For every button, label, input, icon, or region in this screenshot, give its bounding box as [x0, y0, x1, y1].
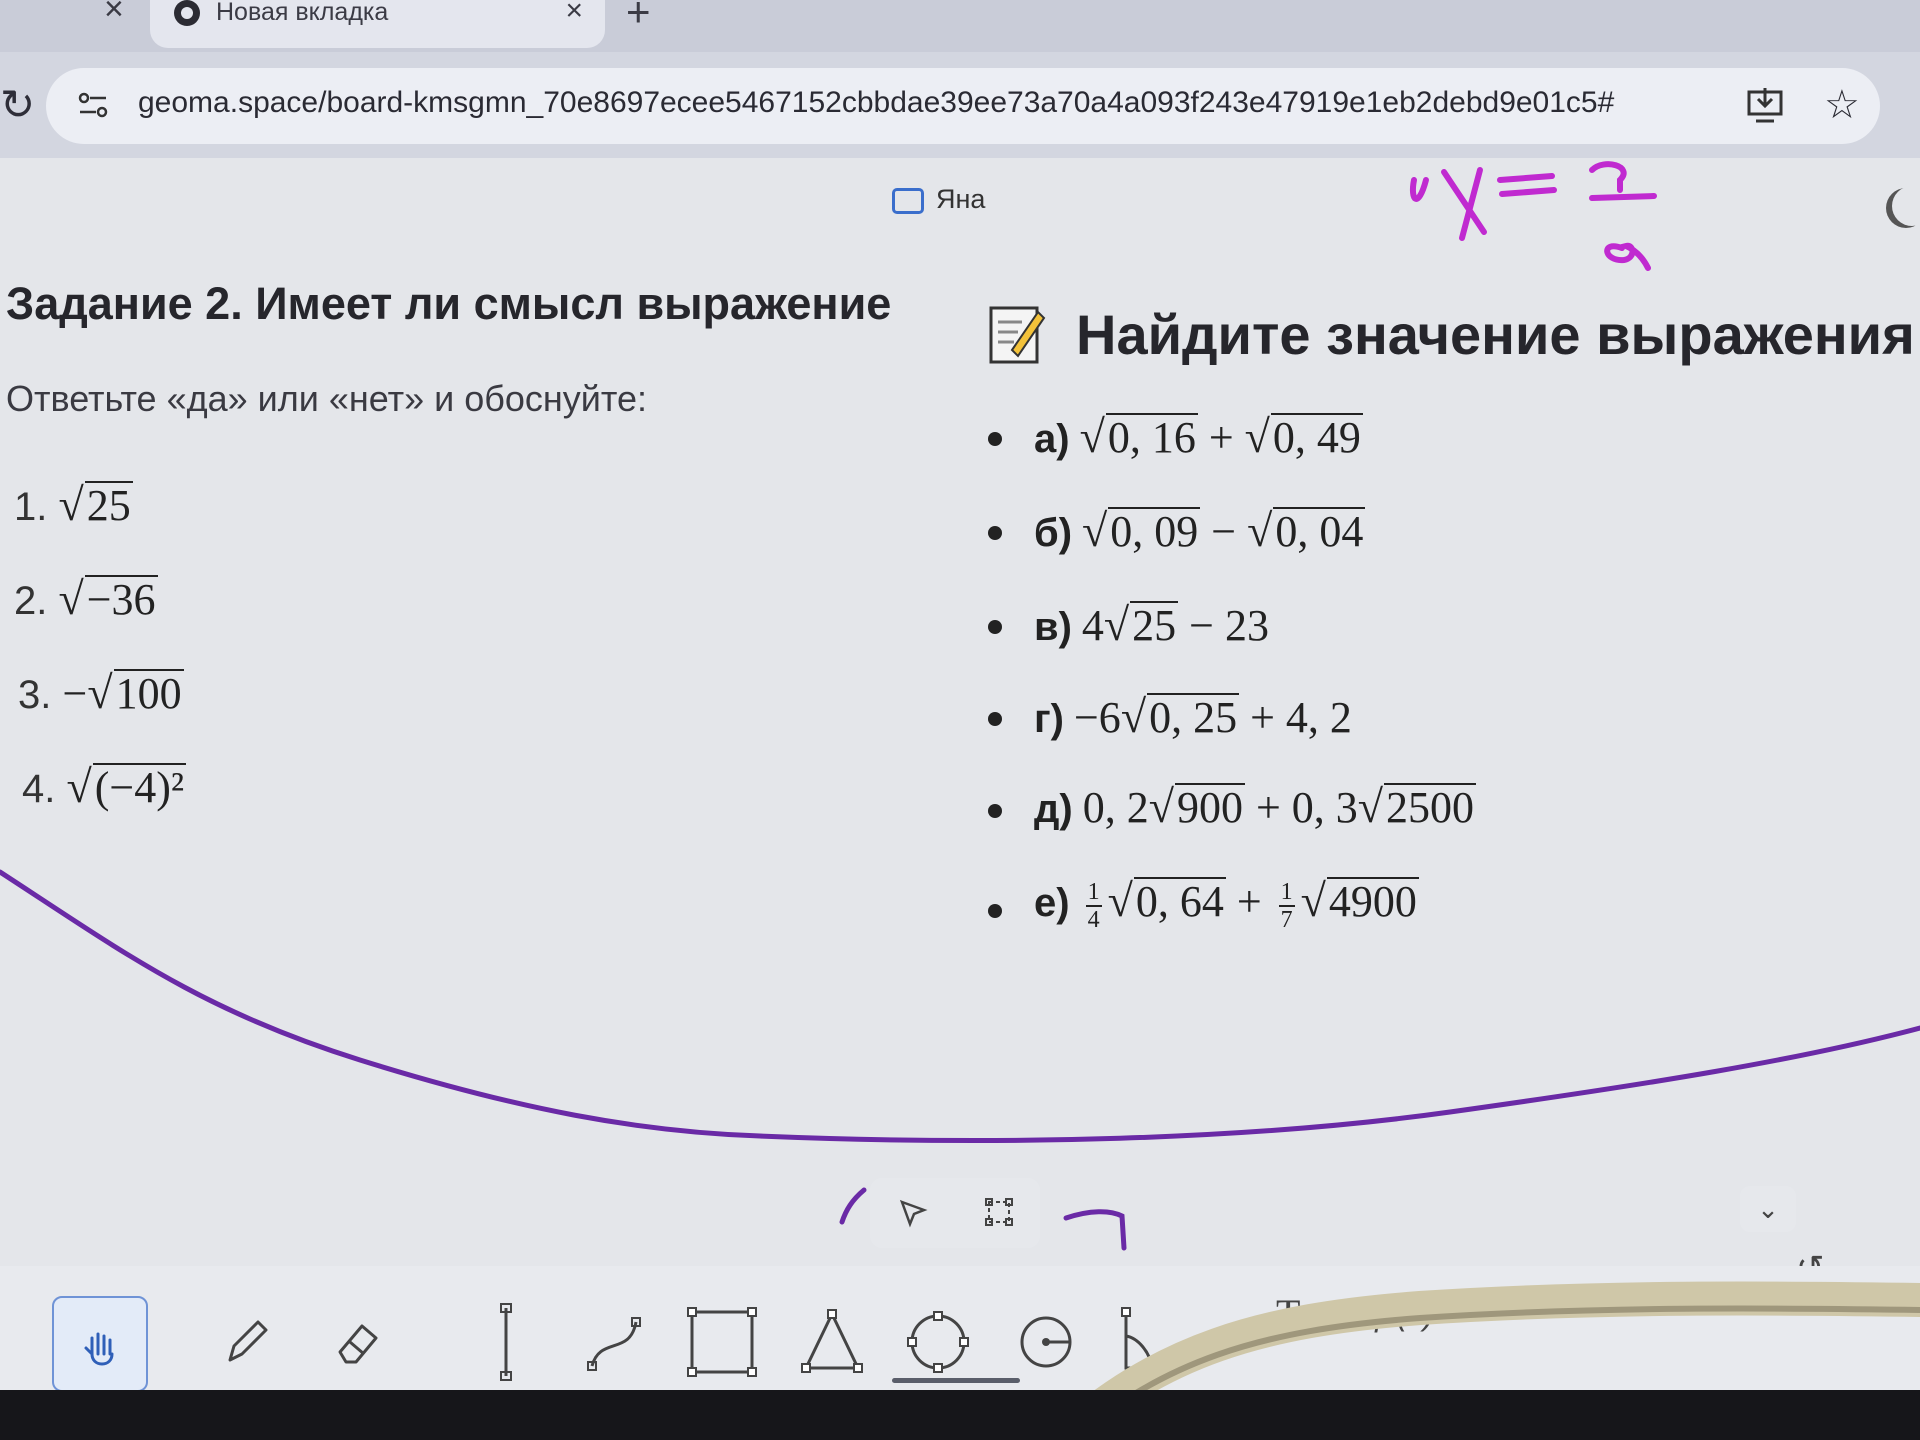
address-bar[interactable]: geoma.space/board-kmsgmn_70e8697ecee5467…	[46, 68, 1880, 144]
math-expression: √−36	[58, 573, 158, 624]
sqrt-symbol: √	[66, 761, 92, 812]
expression-item: б) √0, 09 − √0, 04	[1034, 505, 1366, 556]
math-expression: −√100	[62, 667, 184, 718]
tab-title: Новая вкладка	[216, 0, 389, 26]
eraser-icon	[338, 1324, 378, 1364]
right-angle-icon	[1121, 1307, 1187, 1373]
screen-bezel	[0, 1390, 1920, 1440]
fraction: 14	[1085, 878, 1102, 933]
pencil-icon	[228, 1320, 268, 1362]
close-icon[interactable]: ×	[104, 0, 124, 29]
browser-tab[interactable]: Новая вкладка ×	[150, 0, 605, 48]
site-info-icon[interactable]	[76, 88, 110, 122]
expression-item: д) 0, 2√900 + 0, 3√2500	[1034, 781, 1477, 832]
circle-tool[interactable]	[892, 1296, 984, 1388]
new-tab-icon[interactable]: +	[626, 0, 651, 36]
sqrt-symbol: √	[87, 667, 113, 718]
bullet	[988, 804, 1002, 818]
list-item: 2. √−36	[14, 572, 158, 625]
list-item: 1. √25	[14, 478, 133, 531]
item-number: 3.	[18, 673, 52, 717]
text-tool-icon[interactable]: T	[1276, 1290, 1300, 1337]
install-app-icon[interactable]	[1746, 88, 1784, 124]
collaborator-chip[interactable]: Яна	[892, 184, 985, 215]
expression-item: е) 1 4 √0, 64 + 1 7 √4900	[1034, 875, 1419, 933]
collaborator-name: Яна	[936, 184, 986, 214]
select-area-icon[interactable]	[985, 1198, 1013, 1226]
find-value-title: Найдите значение выражения:	[1076, 303, 1920, 366]
task2-subtitle: Ответьте «да» или «нет» и обоснуйте:	[6, 378, 647, 419]
bullet	[988, 712, 1002, 726]
floating-toolbar	[870, 1178, 1040, 1248]
item-number: 2.	[14, 579, 48, 623]
chat-icon	[892, 187, 924, 214]
sqrt-symbol: √	[58, 573, 84, 624]
hand-icon	[84, 1332, 114, 1366]
pen-tool[interactable]	[200, 1296, 292, 1388]
eraser-tool[interactable]	[310, 1296, 402, 1388]
list-item: 4. √(−4)²	[22, 760, 187, 813]
segment-icon	[500, 1303, 512, 1381]
reload-icon[interactable]: ↻	[0, 80, 35, 129]
active-tool-indicator	[892, 1378, 1020, 1383]
segment-tool[interactable]	[460, 1296, 552, 1388]
bullet	[988, 620, 1002, 634]
math-expression: √25	[58, 479, 133, 530]
triangle-tool[interactable]	[786, 1296, 878, 1388]
tab-strip: × Новая вкладка × +	[0, 0, 1920, 52]
math-expression: √(−4)²	[66, 761, 187, 812]
rectangle-icon	[687, 1307, 757, 1377]
chrome-icon	[174, 0, 200, 26]
curve-tool[interactable]	[570, 1296, 662, 1388]
triangle-icon	[801, 1309, 863, 1373]
fraction: 17	[1278, 878, 1295, 933]
item-number: 1.	[14, 485, 48, 529]
list-item: 3. −√100	[18, 666, 184, 719]
memo-icon	[989, 306, 1046, 364]
pointer-icon[interactable]	[898, 1198, 928, 1228]
task2-title: Задание 2. Имеет ли смысл выражение	[6, 278, 892, 329]
tab-close-icon[interactable]: ×	[565, 0, 583, 28]
function-tool-icon[interactable]: ƒ (x)	[1370, 1296, 1434, 1333]
circle-center-icon	[1020, 1316, 1072, 1368]
hand-tool[interactable]	[52, 1296, 148, 1392]
expression-item: в) 4√25 − 23	[1034, 599, 1269, 650]
url-text[interactable]: geoma.space/board-kmsgmn_70e8697ecee5467…	[138, 86, 1614, 120]
circle-icon	[907, 1311, 969, 1373]
bullet	[988, 526, 1002, 540]
rectangle-tool[interactable]	[676, 1296, 768, 1388]
bookmark-star-icon[interactable]: ☆	[1824, 82, 1860, 128]
curve-icon	[587, 1317, 641, 1371]
circle-center-tool[interactable]	[1000, 1296, 1092, 1388]
sqrt-symbol: √	[58, 479, 84, 530]
item-number: 4.	[22, 767, 56, 811]
expression-item: а) √0, 16 + √0, 49	[1034, 411, 1363, 462]
expression-item: г) −6√0, 25 + 4, 2	[1034, 691, 1352, 742]
chevron-down-icon[interactable]: ⌄	[1740, 1186, 1796, 1232]
right-angle-tool[interactable]	[1106, 1296, 1198, 1388]
bullet	[988, 904, 1002, 918]
browser-toolbar: ↻ geoma.space/board-kmsgmn_70e8697ecee54…	[0, 52, 1920, 158]
bullet	[988, 432, 1002, 446]
